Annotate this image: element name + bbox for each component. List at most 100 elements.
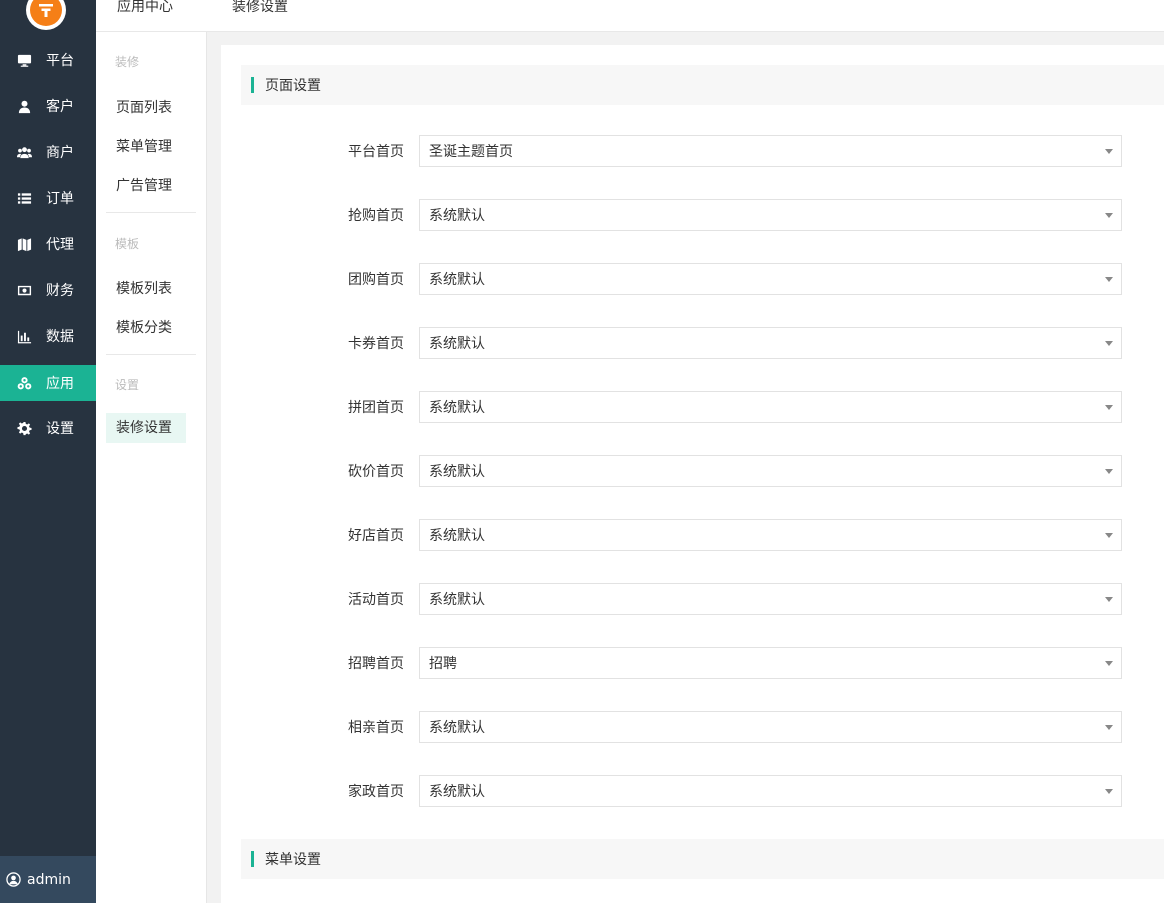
pin-group-home-select[interactable]: 系统默认 bbox=[419, 391, 1122, 423]
app-logo[interactable] bbox=[26, 0, 66, 30]
form-row-housekeeping-home: 家政首页 系统默认 bbox=[221, 775, 1164, 809]
dating-home-select[interactable]: 系统默认 bbox=[419, 711, 1122, 743]
user-avatar-icon bbox=[6, 872, 21, 887]
bargain-home-select[interactable]: 系统默认 bbox=[419, 455, 1122, 487]
form-row-activity-home: 活动首页 系统默认 bbox=[221, 583, 1164, 617]
field-label: 砍价首页 bbox=[348, 464, 404, 480]
subnav-group-title: 装修 bbox=[115, 55, 140, 69]
caret-down-icon bbox=[1105, 789, 1113, 794]
section-accent-bar bbox=[251, 851, 254, 867]
section-title: 菜单设置 bbox=[265, 852, 321, 868]
sidebar-item-label: 数据 bbox=[46, 329, 74, 345]
sidebar-item-label: 代理 bbox=[46, 237, 74, 253]
subnav-divider bbox=[106, 212, 196, 213]
field-label: 拼团首页 bbox=[348, 400, 404, 416]
sidebar-item-apps[interactable]: 应用 bbox=[0, 365, 96, 401]
select-value: 系统默认 bbox=[429, 400, 485, 416]
caret-down-icon bbox=[1105, 213, 1113, 218]
list-icon bbox=[16, 190, 32, 206]
sidebar-item-agent[interactable]: 代理 bbox=[0, 226, 96, 262]
secondary-sidebar: 装修 页面列表 菜单管理 广告管理 模板 模板列表 模板分类 设置 装修设置 bbox=[96, 32, 207, 903]
section-accent-bar bbox=[251, 77, 254, 93]
sidebar-item-platform[interactable]: 平台 bbox=[0, 42, 96, 78]
tab-app-center[interactable]: 应用中心 bbox=[117, 0, 173, 16]
sidebar-item-merchant[interactable]: 商户 bbox=[0, 134, 96, 170]
subnav-item-decoration-settings[interactable]: 装修设置 bbox=[106, 413, 186, 443]
sidebar-item-finance[interactable]: 财务 bbox=[0, 272, 96, 308]
field-label: 相亲首页 bbox=[348, 720, 404, 736]
select-value: 圣诞主题首页 bbox=[429, 144, 513, 160]
top-bar: 应用中心 装修设置 bbox=[96, 0, 1164, 32]
select-value: 系统默认 bbox=[429, 592, 485, 608]
sidebar-item-label: 客户 bbox=[46, 99, 74, 115]
subnav-item-page-list[interactable]: 页面列表 bbox=[116, 97, 172, 117]
form-row-dating-home: 相亲首页 系统默认 bbox=[221, 711, 1164, 745]
sidebar-item-label: 订单 bbox=[46, 191, 74, 207]
sidebar-item-settings[interactable]: 设置 bbox=[0, 410, 96, 446]
field-label: 好店首页 bbox=[348, 528, 404, 544]
sidebar-item-label: 应用 bbox=[46, 376, 74, 392]
form-row-bargain-home: 砍价首页 系统默认 bbox=[221, 455, 1164, 489]
cubes-icon bbox=[16, 375, 32, 391]
field-label: 卡券首页 bbox=[348, 336, 404, 352]
field-label: 家政首页 bbox=[348, 784, 404, 800]
main-sidebar: 平台 客户 商户 订单 代理 财务 数据 应用 设置 admin bbox=[0, 0, 96, 903]
gear-icon bbox=[16, 420, 32, 436]
subnav-divider bbox=[106, 354, 196, 355]
activity-home-select[interactable]: 系统默认 bbox=[419, 583, 1122, 615]
form-row-platform-home: 平台首页 圣诞主题首页 bbox=[221, 135, 1164, 169]
caret-down-icon bbox=[1105, 277, 1113, 282]
field-label: 团购首页 bbox=[348, 272, 404, 288]
housekeeping-home-select[interactable]: 系统默认 bbox=[419, 775, 1122, 807]
subnav-item-menu-manage[interactable]: 菜单管理 bbox=[116, 136, 172, 156]
select-value: 系统默认 bbox=[429, 464, 485, 480]
sidebar-item-label: 财务 bbox=[46, 283, 74, 299]
select-value: 系统默认 bbox=[429, 336, 485, 352]
caret-down-icon bbox=[1105, 469, 1113, 474]
coupon-home-select[interactable]: 系统默认 bbox=[419, 327, 1122, 359]
user-icon bbox=[16, 98, 32, 114]
map-icon bbox=[16, 236, 32, 252]
tab-decoration-settings[interactable]: 装修设置 bbox=[232, 0, 288, 16]
caret-down-icon bbox=[1105, 405, 1113, 410]
field-label: 活动首页 bbox=[348, 592, 404, 608]
select-value: 系统默认 bbox=[429, 720, 485, 736]
select-value: 系统默认 bbox=[429, 272, 485, 288]
section-title: 页面设置 bbox=[265, 78, 321, 94]
caret-down-icon bbox=[1105, 533, 1113, 538]
field-label: 平台首页 bbox=[348, 144, 404, 160]
caret-down-icon bbox=[1105, 149, 1113, 154]
sidebar-item-customer[interactable]: 客户 bbox=[0, 88, 96, 124]
main-panel: 页面设置 平台首页 圣诞主题首页 抢购首页 系统默认 团购首页 系统默认 卡券首… bbox=[221, 45, 1164, 903]
subnav-group-title: 设置 bbox=[115, 378, 140, 392]
form-row-pin-group-home: 拼团首页 系统默认 bbox=[221, 391, 1164, 425]
select-value: 系统默认 bbox=[429, 528, 485, 544]
flash-sale-home-select[interactable]: 系统默认 bbox=[419, 199, 1122, 231]
sidebar-item-data[interactable]: 数据 bbox=[0, 318, 96, 354]
section-header-page-settings: 页面设置 bbox=[241, 65, 1164, 105]
form-row-recruit-home: 招聘首页 招聘 bbox=[221, 647, 1164, 681]
platform-home-select[interactable]: 圣诞主题首页 bbox=[419, 135, 1122, 167]
select-value: 系统默认 bbox=[429, 784, 485, 800]
subnav-item-template-category[interactable]: 模板分类 bbox=[116, 317, 172, 337]
logo-icon bbox=[30, 0, 62, 26]
username: admin bbox=[27, 871, 71, 888]
field-label: 招聘首页 bbox=[348, 656, 404, 672]
good-shop-home-select[interactable]: 系统默认 bbox=[419, 519, 1122, 551]
form-row-group-buy-home: 团购首页 系统默认 bbox=[221, 263, 1164, 297]
bar-chart-icon bbox=[16, 328, 32, 344]
user-menu[interactable]: admin bbox=[0, 856, 96, 903]
caret-down-icon bbox=[1105, 725, 1113, 730]
sidebar-item-order[interactable]: 订单 bbox=[0, 180, 96, 216]
form-row-good-shop-home: 好店首页 系统默认 bbox=[221, 519, 1164, 553]
recruit-home-select[interactable]: 招聘 bbox=[419, 647, 1122, 679]
subnav-item-template-list[interactable]: 模板列表 bbox=[116, 278, 172, 298]
group-buy-home-select[interactable]: 系统默认 bbox=[419, 263, 1122, 295]
select-value: 招聘 bbox=[429, 656, 457, 672]
form-row-flash-sale-home: 抢购首页 系统默认 bbox=[221, 199, 1164, 233]
users-icon bbox=[16, 144, 32, 160]
subnav-group-title: 模板 bbox=[115, 237, 140, 251]
subnav-item-ad-manage[interactable]: 广告管理 bbox=[116, 175, 172, 195]
form-row-coupon-home: 卡券首页 系统默认 bbox=[221, 327, 1164, 361]
sidebar-item-label: 商户 bbox=[46, 145, 74, 161]
